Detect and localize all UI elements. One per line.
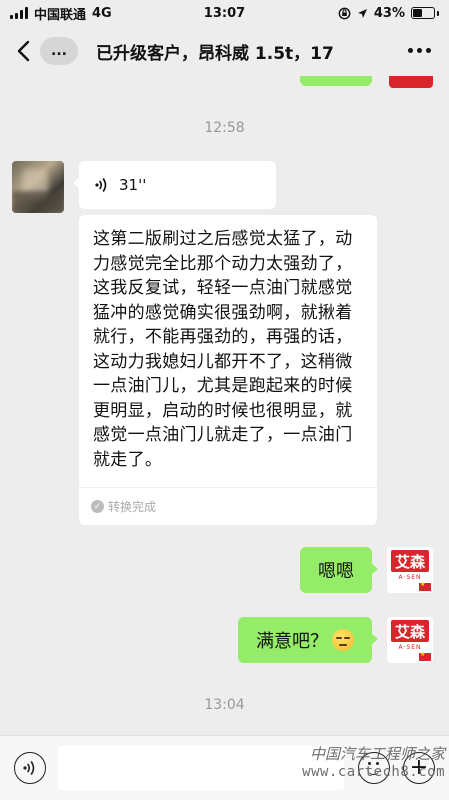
brand-logo: 艾森 — [391, 550, 429, 572]
message-text: 满意吧？ — [256, 631, 328, 652]
signal-icon — [10, 7, 28, 19]
status-right: 43% — [338, 6, 439, 21]
timestamp: 13:04 — [204, 697, 245, 713]
unread-badge[interactable]: ... — [40, 37, 78, 65]
rotation-lock-icon — [338, 7, 351, 19]
voice-duration: 31'' — [119, 176, 147, 194]
outgoing-message-bubble[interactable]: 满意吧？ — [238, 617, 378, 663]
chat-title: 已升级客户，昂科威 1.5t，17 — [96, 44, 334, 64]
watermark: 中国汽车工程师之家 www.cartech8.com — [300, 745, 445, 781]
status-bar: 中国联通 4G 13:07 43% — [0, 0, 449, 26]
check-icon: ✓ — [91, 500, 104, 513]
smirk-emoji-icon — [332, 629, 354, 651]
voice-wave-icon — [95, 178, 107, 192]
transcript-status: ✓ 转换完成 — [91, 498, 156, 515]
voice-input-toggle[interactable] — [14, 752, 46, 784]
chat-header: ... 已升级客户，昂科威 1.5t，17 — [0, 26, 449, 76]
transcript-text: 这第二版刷过之后感觉太猛了，动力感觉完全比那个动力太强劲了，这我反复试，轻轻一点… — [93, 229, 353, 470]
battery-icon — [411, 7, 439, 19]
brand-subtext: A·SEN — [398, 574, 422, 581]
message-text: 嗯嗯 — [318, 561, 354, 582]
flag-icon — [419, 581, 431, 591]
timestamp: 12:58 — [204, 120, 245, 136]
brand-logo: 艾森 — [391, 620, 429, 642]
watermark-url: www.cartech8.com — [302, 764, 445, 780]
partial-message-bubble — [300, 76, 372, 86]
watermark-title: 中国汽车工程师之家 — [309, 745, 445, 763]
flag-icon — [419, 651, 431, 661]
partial-avatar — [389, 76, 433, 88]
outgoing-message-bubble[interactable]: 嗯嗯 — [300, 547, 378, 593]
back-arrow-icon[interactable] — [14, 39, 34, 63]
network-label: 4G — [92, 5, 112, 21]
voice-message-bubble[interactable]: 31'' — [73, 161, 276, 209]
self-avatar[interactable]: 艾森 A·SEN — [387, 547, 433, 593]
transcript-bubble[interactable]: 这第二版刷过之后感觉太猛了，动力感觉完全比那个动力太强劲了，这我反复试，轻轻一点… — [79, 215, 377, 525]
carrier-label: 中国联通 — [34, 7, 87, 23]
self-avatar[interactable]: 艾森 A·SEN — [387, 617, 433, 663]
transcript-status-label: 转换完成 — [108, 500, 157, 514]
divider — [79, 487, 377, 488]
clock: 13:07 — [203, 5, 246, 21]
voice-wave-icon — [23, 761, 35, 775]
contact-avatar[interactable] — [12, 161, 64, 213]
brand-subtext: A·SEN — [398, 644, 422, 651]
more-options-icon[interactable] — [408, 48, 431, 53]
battery-percent: 43% — [373, 5, 405, 21]
location-arrow-icon — [357, 8, 367, 18]
status-left: 中国联通 4G — [10, 4, 112, 23]
